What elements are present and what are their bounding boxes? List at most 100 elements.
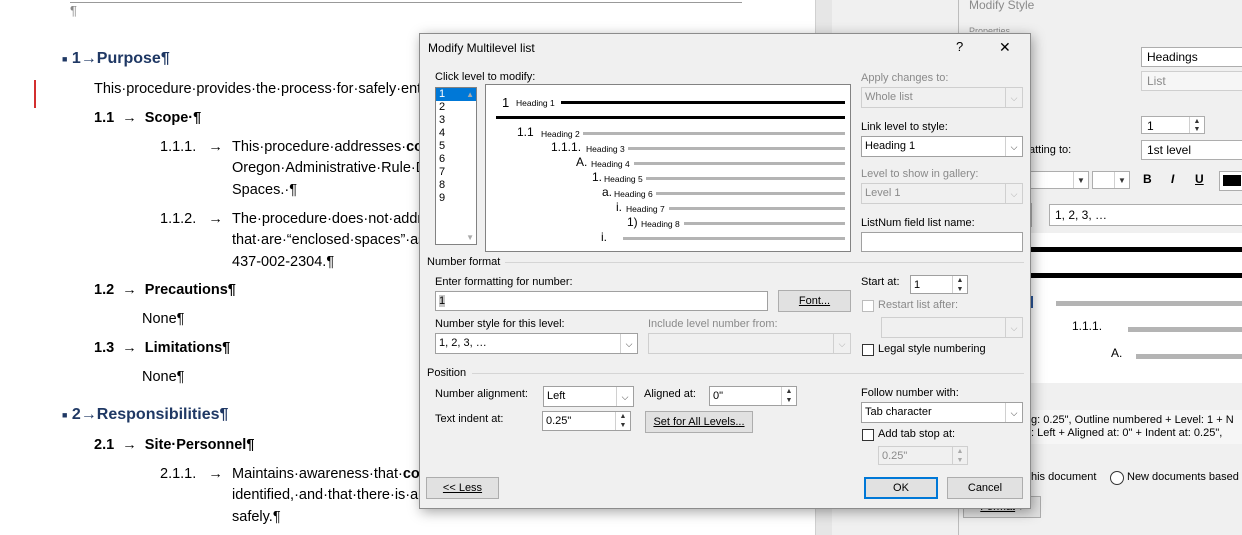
font-size-select[interactable]: ▼	[1092, 171, 1130, 189]
help-button[interactable]: ?	[956, 39, 963, 54]
level-item[interactable]: 9	[436, 192, 476, 205]
heading-purpose[interactable]: ■ 1→Purpose¶	[62, 50, 170, 68]
gallery-level-select[interactable]: Level 1 ⌵	[861, 183, 1023, 204]
close-icon[interactable]: ✕	[999, 39, 1011, 56]
ok-button[interactable]: OK	[864, 477, 938, 499]
level-item[interactable]: 7	[436, 166, 476, 179]
restart-list-checkbox[interactable]	[862, 300, 874, 312]
level-item[interactable]: 8	[436, 179, 476, 192]
number-style-select[interactable]: 1, 2, 3, … ⌵	[435, 333, 638, 354]
listnum-label: ListNum field list name:	[861, 217, 975, 229]
item-1-1-1-line1[interactable]: This·procedure·addresses·co	[232, 139, 423, 155]
preview-line	[628, 147, 845, 150]
level-item[interactable]: 6	[436, 153, 476, 166]
font-button[interactable]: Font...	[778, 290, 851, 312]
preview-heading-5: Heading 5	[604, 174, 643, 184]
item-1-1-1-number: 1.1.1. →	[160, 139, 223, 155]
gallery-level-label: Level to show in gallery:	[861, 168, 979, 180]
spinner-arrows[interactable]: ▲ ▼	[615, 412, 630, 430]
style-name-input[interactable]: Headings	[1141, 47, 1242, 67]
listnum-input[interactable]	[861, 232, 1023, 252]
chevron-down-icon: ⌵	[833, 334, 850, 353]
spinner-arrows[interactable]: ▲ ▼	[1189, 117, 1204, 133]
style-type-select[interactable]: List	[1141, 71, 1242, 91]
chevron-down-icon[interactable]: ▼	[466, 233, 474, 242]
apply-changes-select[interactable]: Whole list ⌵	[861, 87, 1023, 108]
item-2-1-1-line2[interactable]: identified,·and·that·there·is·a·	[232, 487, 423, 503]
level-item[interactable]: 4	[436, 127, 476, 140]
chevron-down-icon: ⌵	[616, 387, 633, 406]
cancel-button[interactable]: Cancel	[947, 477, 1023, 499]
limitations-none[interactable]: None¶	[142, 369, 184, 385]
spinner-arrows[interactable]: ▲ ▼	[952, 276, 967, 293]
add-tab-stop-label: Add tab stop at:	[878, 428, 956, 440]
chevron-down-icon: ⌵	[1005, 403, 1022, 422]
preview-number-9: i.	[601, 230, 607, 244]
preview-line	[1128, 327, 1242, 332]
chevron-up-icon[interactable]: ▲	[466, 90, 474, 99]
bullet-marker: ■	[62, 53, 68, 64]
aligned-at-spinner[interactable]: 0" ▲ ▼	[709, 386, 797, 406]
heading-limitations[interactable]: 1.3 → Limitations¶	[94, 340, 230, 356]
font-color-button[interactable]	[1219, 171, 1242, 191]
only-this-document-label[interactable]: his document	[1031, 471, 1096, 483]
item-1-1-2-line1[interactable]: The·procedure·does·not·addr	[232, 211, 422, 227]
pilcrow-mark: ¶	[70, 3, 77, 18]
bold-button[interactable]: B	[1143, 172, 1152, 186]
preview-heading-7: Heading 7	[626, 204, 665, 214]
spinner-arrows[interactable]: ▲ ▼	[952, 447, 967, 464]
paragraph-purpose[interactable]: This·procedure·provides·the·process·for·…	[94, 81, 421, 97]
apply-formatting-select[interactable]: 1st level	[1141, 140, 1242, 160]
follow-number-select[interactable]: Tab character ⌵	[861, 402, 1023, 423]
new-documents-radio[interactable]	[1110, 471, 1124, 485]
text-indent-spinner[interactable]: 0.25" ▲ ▼	[542, 411, 631, 431]
item-1-1-1-line3[interactable]: Spaces.·¶	[232, 182, 297, 198]
preview-heading-2: Heading 2	[541, 129, 580, 139]
style-description: g: 0.25", Outline numbered + Level: 1 + …	[1031, 410, 1242, 444]
follow-number-label: Follow number with:	[861, 387, 959, 399]
preview-line	[1056, 301, 1242, 306]
bullet-marker: ■	[62, 409, 68, 420]
tab-stop-spinner[interactable]: 0.25" ▲ ▼	[878, 446, 968, 465]
number-alignment-select[interactable]: Left ⌵	[543, 386, 634, 407]
apply-formatting-label: atting to:	[1029, 144, 1072, 156]
start-at-spinner[interactable]: 1 ▲ ▼	[910, 275, 968, 294]
heading-site-personnel[interactable]: 2.1 → Site·Personnel¶	[94, 437, 254, 453]
less-button[interactable]: << Less	[426, 477, 499, 499]
item-1-1-2-line2[interactable]: that·are·“enclosed·spaces”·as	[232, 232, 425, 248]
include-level-label: Include level number from:	[648, 318, 778, 330]
add-tab-stop-checkbox[interactable]	[862, 429, 874, 441]
restart-list-label: Restart list after:	[878, 299, 959, 311]
set-for-all-levels-button[interactable]: Set for All Levels...	[645, 411, 753, 433]
precautions-none[interactable]: None¶	[142, 311, 184, 327]
start-at-spinner[interactable]: 1 ▲ ▼	[1141, 116, 1205, 134]
heading-precautions[interactable]: 1.2 → Precautions¶	[94, 282, 236, 298]
level-item[interactable]: 2	[436, 101, 476, 114]
item-1-1-2-line3[interactable]: 437-002-2304.¶	[232, 254, 334, 270]
new-documents-label[interactable]: New documents based	[1127, 471, 1239, 483]
include-level-select[interactable]: ⌵	[648, 333, 851, 354]
format-number-input[interactable]: 1	[435, 291, 768, 311]
numbering-style-select[interactable]: 1, 2, 3, …	[1049, 204, 1242, 226]
item-2-1-1-line1[interactable]: Maintains·awareness·that·co	[232, 466, 420, 482]
preview-number: A.	[1111, 346, 1123, 360]
preview-line	[1136, 354, 1242, 359]
level-item[interactable]: 3	[436, 114, 476, 127]
heading-responsibilities[interactable]: ■ 2→Responsibilities¶	[62, 406, 228, 424]
level-list[interactable]: 1 2 3 4 5 6 7 8 9 ▲ ▼	[435, 87, 477, 245]
level-item[interactable]: 5	[436, 140, 476, 153]
preview-number-7: i.	[616, 200, 622, 214]
spinner-arrows[interactable]: ▲ ▼	[781, 387, 796, 405]
link-level-select[interactable]: Heading 1 ⌵	[861, 136, 1023, 157]
legal-numbering-checkbox[interactable]	[862, 344, 874, 356]
italic-button[interactable]: I	[1171, 172, 1174, 186]
preview-number: 1.1.1.	[1072, 319, 1103, 333]
item-1-1-1-line2[interactable]: Oregon·Administrative·Rule·D	[232, 160, 426, 176]
preview-heading-1: Heading 1	[516, 98, 555, 108]
dialog-title: Modify Multilevel list	[428, 41, 535, 55]
underline-button[interactable]: U	[1195, 172, 1204, 186]
font-select[interactable]: ▼	[1029, 171, 1089, 189]
heading-scope[interactable]: 1.1 → Scope·¶	[94, 110, 201, 126]
restart-list-select[interactable]: ⌵	[881, 317, 1023, 338]
item-2-1-1-line3[interactable]: safely.¶	[232, 509, 281, 525]
